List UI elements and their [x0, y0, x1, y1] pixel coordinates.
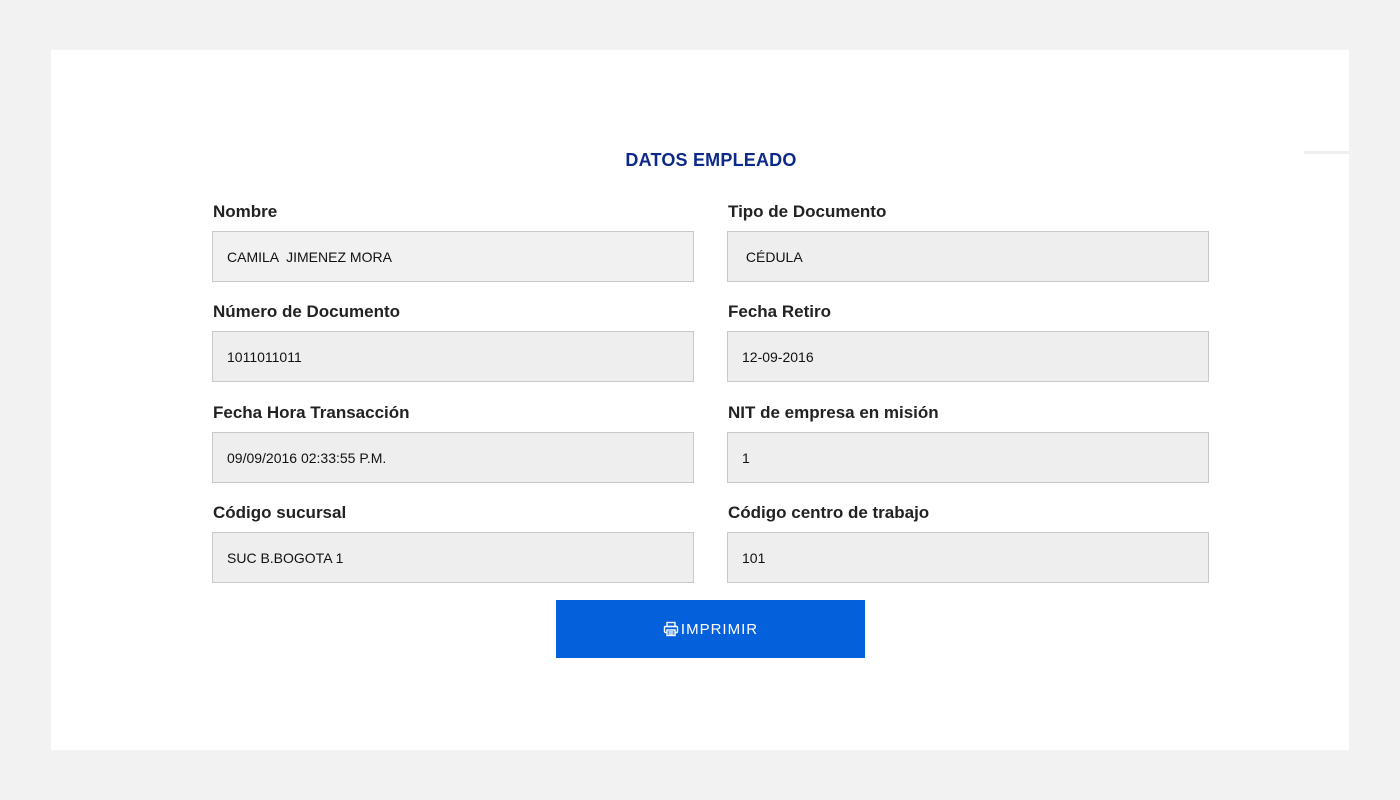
print-button[interactable]: IMPRIMIR [556, 600, 865, 658]
fecha-hora-transaccion-field[interactable]: 09/09/2016 02:33:55 P.M. [212, 432, 694, 483]
codigo-centro-trabajo-field[interactable]: 101 [727, 532, 1209, 583]
print-button-label: IMPRIMIR [680, 620, 759, 638]
codigo-sucursal-field[interactable]: SUC B.BOGOTA 1 [212, 532, 694, 583]
nombre-label: Nombre [213, 202, 278, 221]
numero-documento-label: Número de Documento [213, 302, 401, 321]
nombre-field[interactable]: CAMILA JIMENEZ MORA [212, 231, 694, 282]
codigo-sucursal-label: Código sucursal [213, 503, 347, 522]
fecha-retiro-label: Fecha Retiro [728, 302, 831, 321]
page-title: DATOS EMPLEADO [625, 150, 797, 170]
fecha-retiro-field[interactable]: 12-09-2016 [727, 331, 1209, 382]
codigo-centro-trabajo-label: Código centro de trabajo [728, 503, 930, 522]
fecha-hora-transaccion-label: Fecha Hora Transacción [213, 403, 410, 422]
tipo-documento-label: Tipo de Documento [728, 202, 887, 221]
printer-icon [663, 621, 679, 637]
nit-empresa-label: NIT de empresa en misión [728, 403, 939, 422]
nit-empresa-field[interactable]: 1 [727, 432, 1209, 483]
numero-documento-field[interactable]: 1011011011 [212, 331, 694, 382]
tipo-documento-field[interactable]: CÉDULA [727, 231, 1209, 282]
